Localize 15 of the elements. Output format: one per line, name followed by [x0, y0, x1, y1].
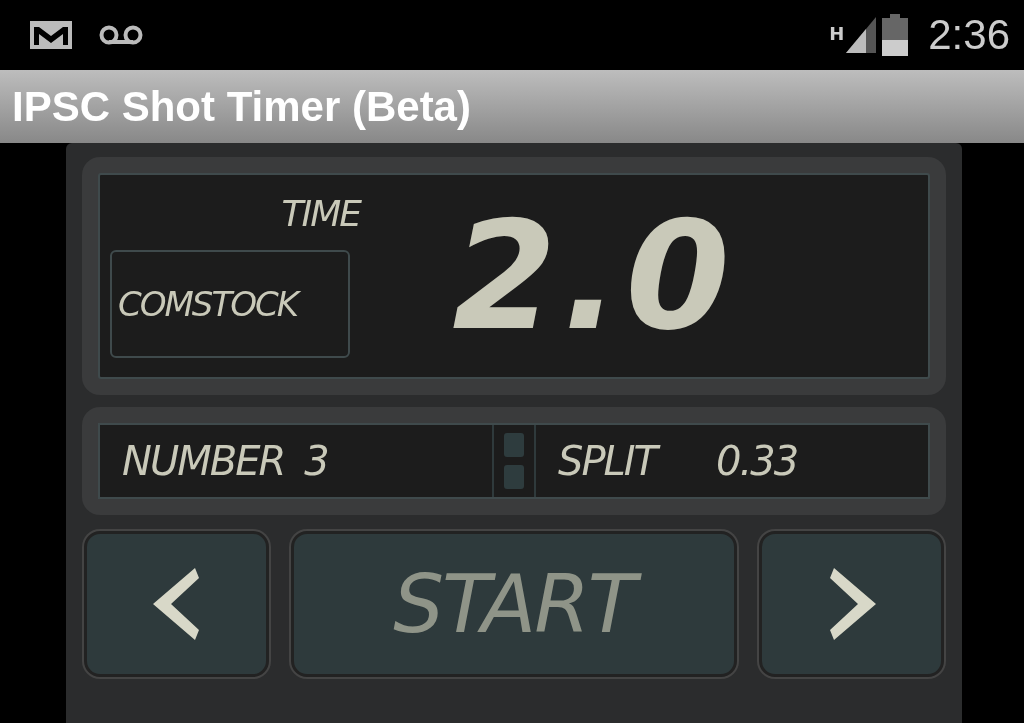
- number-label: NUMBER: [122, 438, 285, 484]
- start-button[interactable]: START: [291, 531, 737, 677]
- app-title: IPSC Shot Timer (Beta): [12, 82, 471, 131]
- next-button[interactable]: [759, 531, 944, 677]
- number-value: 3: [304, 438, 328, 484]
- signal-icon: [846, 17, 877, 53]
- previous-button[interactable]: [84, 531, 269, 677]
- voicemail-icon: [98, 24, 144, 46]
- time-label: TIME: [281, 193, 360, 234]
- mail-icon: [28, 19, 74, 51]
- battery-icon: [882, 14, 909, 56]
- network-label: H: [829, 23, 845, 44]
- time-value: 2.0: [452, 189, 736, 363]
- split-value: 0.33: [716, 438, 798, 484]
- clock: 2:36: [928, 11, 1010, 59]
